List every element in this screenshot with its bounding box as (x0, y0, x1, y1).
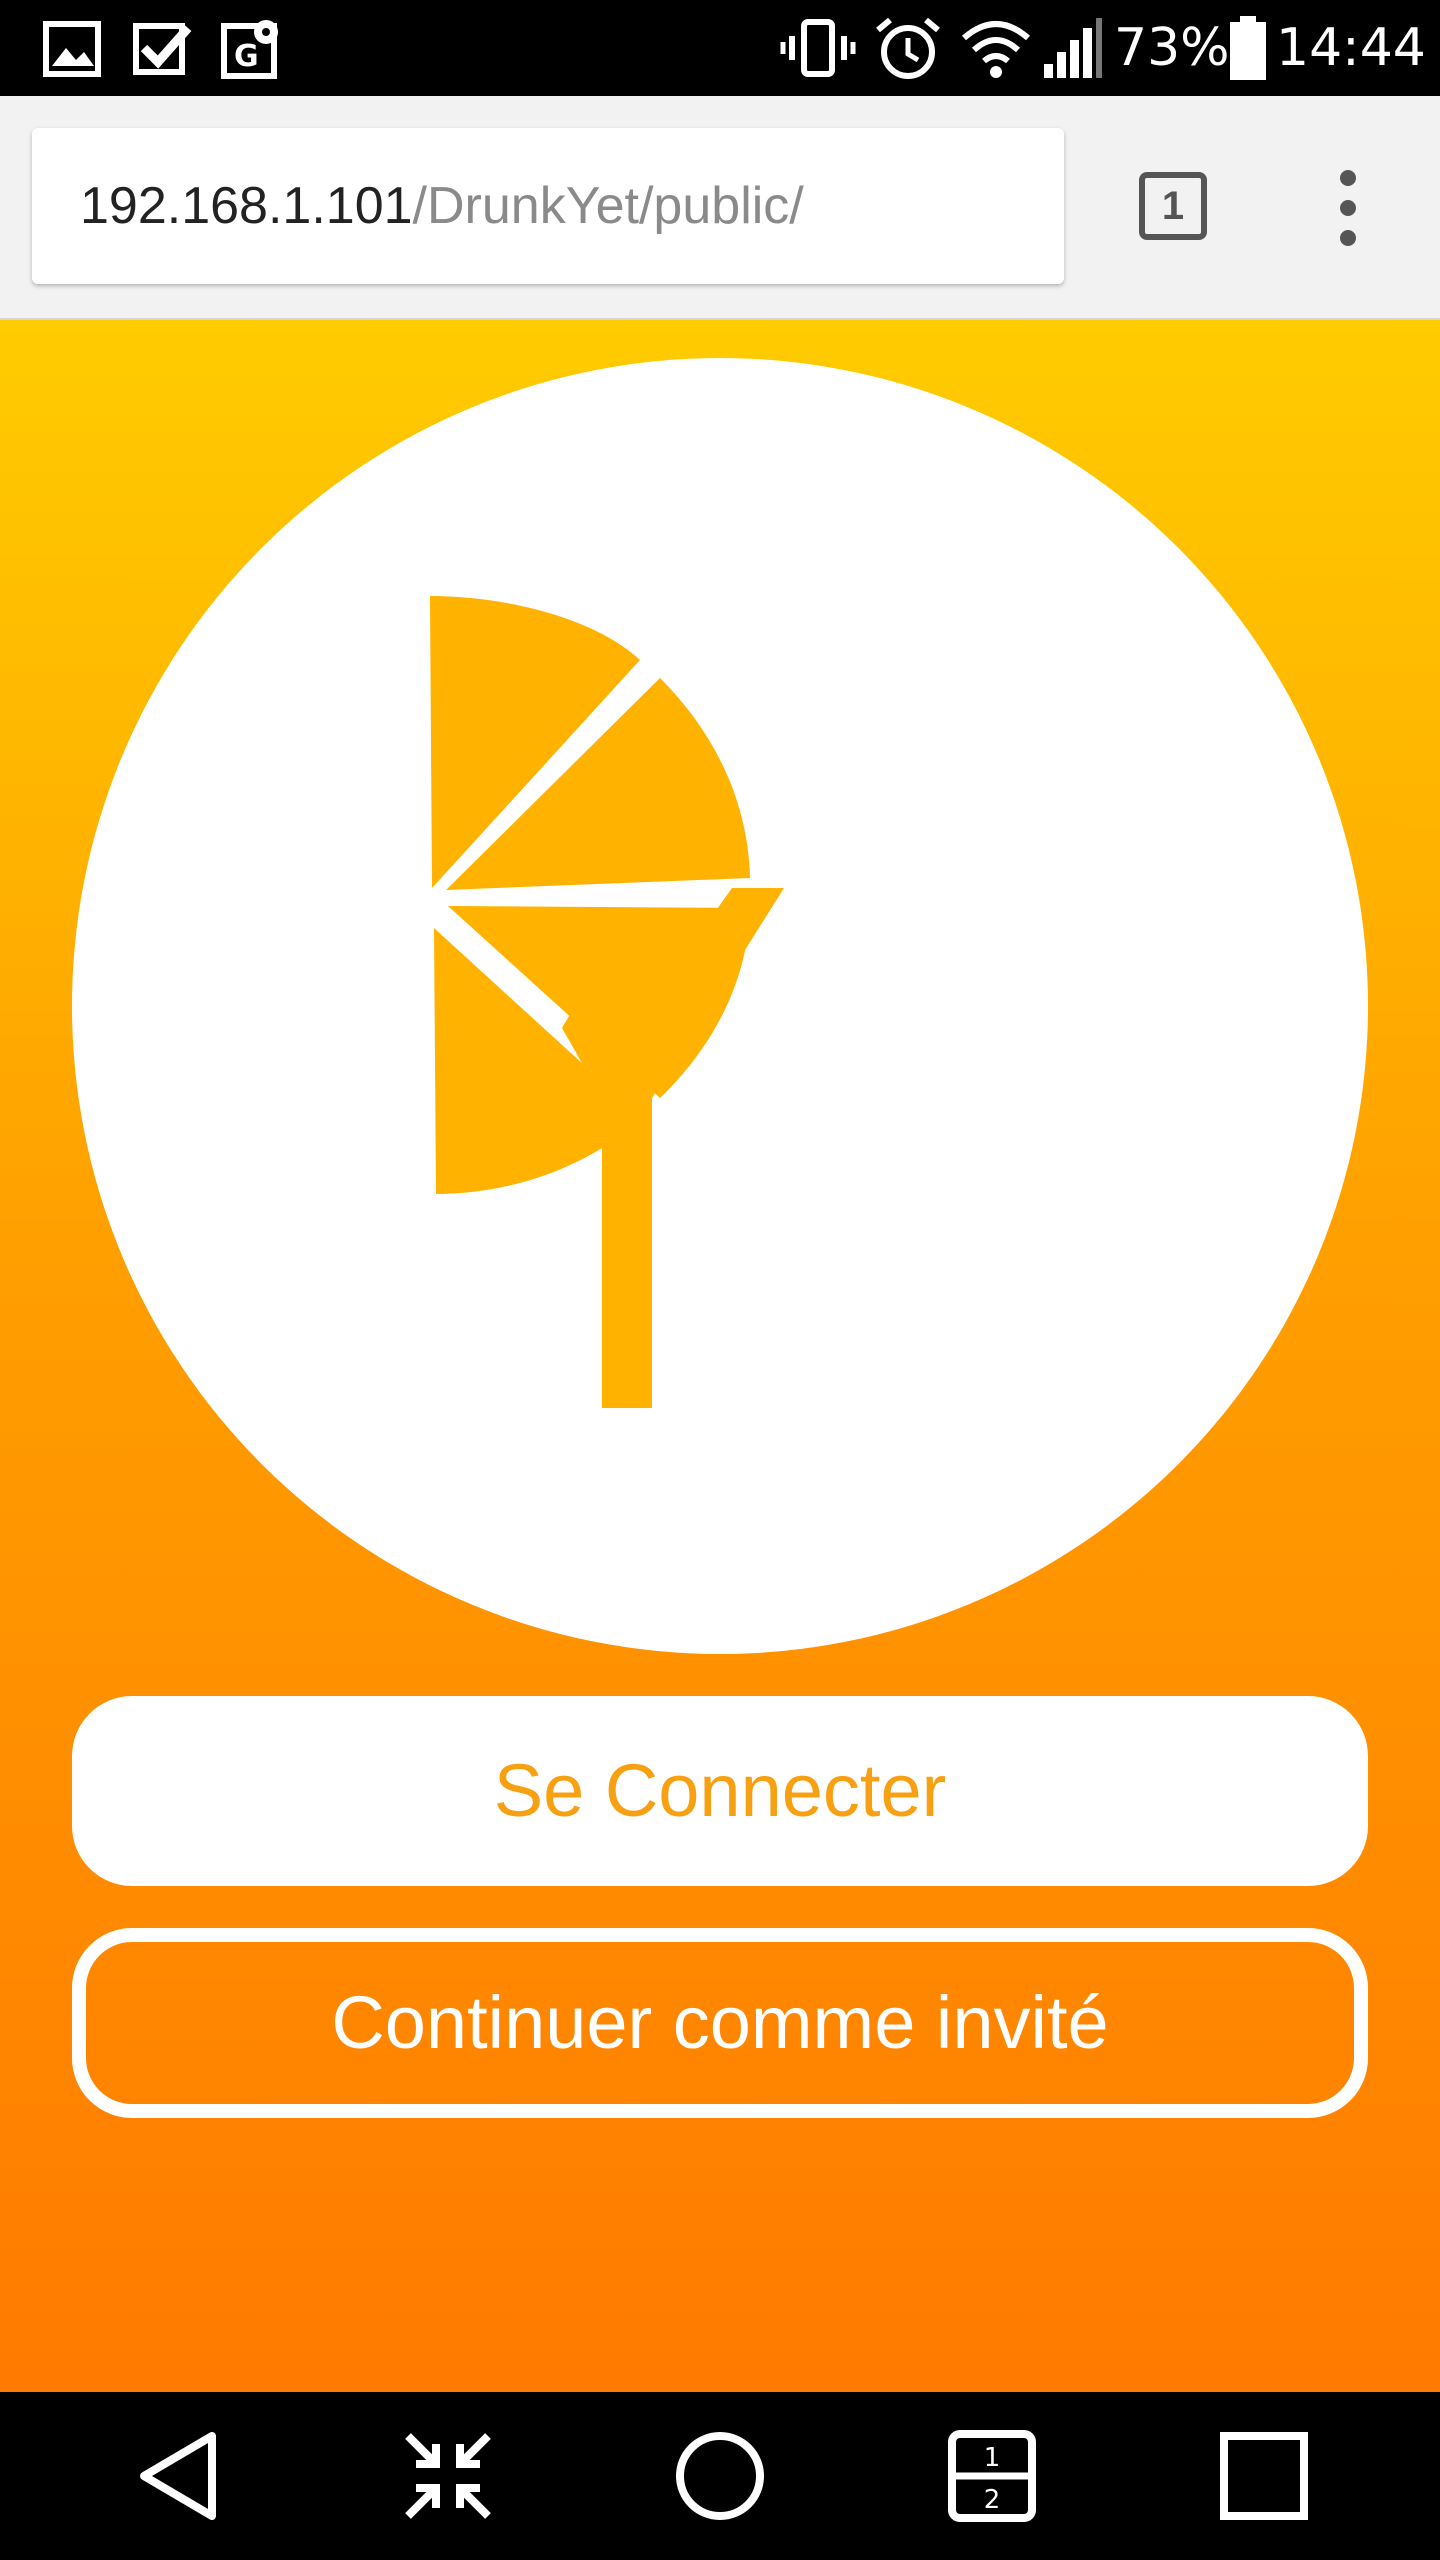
navigation-bar: 1 2 (0, 2392, 1440, 2560)
dual-window-icon[interactable]: 1 2 (942, 2426, 1042, 2526)
collapse-icon[interactable] (398, 2426, 498, 2526)
signal-icon (1044, 18, 1102, 78)
tab-switcher-button[interactable]: 1 (1139, 172, 1207, 240)
vibrate-icon (780, 19, 856, 77)
main-content: Se Connecter Continuer comme invité (0, 320, 1440, 2392)
home-icon[interactable] (670, 2426, 770, 2526)
drunkyet-logo (430, 596, 784, 1408)
alarm-icon (876, 17, 940, 79)
orange-slice-logo-mark (430, 596, 750, 1194)
wifi-icon (962, 21, 1030, 78)
logo-circle (72, 358, 1368, 1654)
svg-text:1: 1 (984, 2443, 1001, 2473)
task-check-icon (133, 23, 192, 75)
url-host: 192.168.1.101 (80, 177, 413, 235)
svg-text:G: G (234, 39, 259, 74)
gallery-icon (43, 21, 101, 77)
url-path: /DrunkYet/public/ (412, 177, 804, 235)
guest-button[interactable]: Continuer comme invité (72, 1928, 1368, 2118)
maps-icon: G (221, 20, 278, 79)
clock: 14:44 (1276, 18, 1426, 78)
overflow-menu-icon[interactable] (1328, 168, 1368, 248)
status-bar: G 73% 14:44 (0, 0, 1440, 96)
login-button[interactable]: Se Connecter (72, 1696, 1368, 1886)
browser-toolbar: 192.168.1.101/DrunkYet/public/ 1 (0, 96, 1440, 320)
back-icon[interactable] (130, 2426, 230, 2526)
recents-icon[interactable] (1214, 2426, 1314, 2526)
svg-text:2: 2 (984, 2485, 1001, 2515)
address-bar[interactable]: 192.168.1.101/DrunkYet/public/ (32, 128, 1064, 284)
battery-icon (1230, 16, 1266, 80)
battery-percent: 73% (1114, 18, 1230, 78)
url-text[interactable]: 192.168.1.101/DrunkYet/public/ (80, 174, 804, 238)
